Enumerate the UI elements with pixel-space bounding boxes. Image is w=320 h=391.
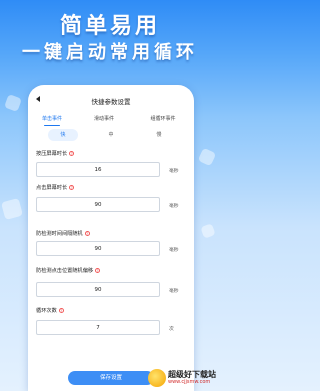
- headline: 简单易用: [59, 14, 160, 39]
- decorative-tile: [4, 94, 22, 112]
- help-icon[interactable]: ?: [69, 150, 75, 156]
- loop-count-input[interactable]: 7: [36, 320, 160, 335]
- tab-click-event[interactable]: 单击事件: [32, 114, 72, 128]
- event-tabs: 单击事件 滑动事件 组循环事件: [28, 114, 194, 128]
- field-label-text: 按压屏幕时长: [36, 151, 68, 157]
- field-label-text: 循环次数: [36, 308, 57, 314]
- click-duration-input[interactable]: 90: [36, 197, 160, 212]
- unit-label: 毫秒: [169, 204, 179, 209]
- help-icon[interactable]: ?: [69, 184, 75, 190]
- watermark-url: www.cjjsmw.com: [168, 379, 211, 385]
- random-offset-input[interactable]: 90: [36, 282, 160, 297]
- subheadline: 一键启动常用循环: [22, 42, 198, 63]
- phone-screen: 快捷参数设置 单击事件 滑动事件 组循环事件 快 中 慢 按压屏幕时长? 16 …: [28, 85, 194, 391]
- random-interval-input[interactable]: 90: [36, 241, 160, 256]
- save-settings-button[interactable]: 保存设置: [68, 371, 154, 385]
- loop-count-label: 循环次数?: [36, 307, 64, 314]
- unit-label: 次: [169, 327, 174, 332]
- unit-label: 毫秒: [169, 289, 179, 294]
- site-watermark: 超级好下载站 www.cjjsmw.com: [148, 367, 218, 389]
- field-label-text: 点击屏幕时长: [36, 185, 68, 191]
- press-duration-label: 按压屏幕时长?: [36, 150, 75, 157]
- unit-label: 毫秒: [169, 169, 179, 174]
- tab-swipe-event[interactable]: 滑动事件: [84, 114, 124, 128]
- top-bar: 快捷参数设置: [28, 85, 194, 115]
- tab-group-loop-event[interactable]: 组循环事件: [138, 114, 188, 128]
- decorative-tile: [197, 147, 217, 167]
- field-label-text: 防检测点击位置随机偏移: [36, 268, 94, 274]
- speed-fast[interactable]: 快: [48, 129, 78, 141]
- speed-selector: 快 中 慢: [34, 129, 188, 141]
- click-duration-label: 点击屏幕时长?: [36, 184, 75, 191]
- decorative-tile: [200, 223, 216, 239]
- page-title: 快捷参数设置: [91, 98, 131, 106]
- unit-label: 毫秒: [169, 248, 179, 253]
- field-label-text: 防检测时间间隔随机: [36, 231, 83, 237]
- random-offset-label: 防检测点击位置随机偏移?: [36, 267, 101, 274]
- speed-slow[interactable]: 慢: [144, 129, 174, 141]
- help-icon[interactable]: ?: [58, 307, 64, 313]
- help-icon[interactable]: ?: [95, 267, 101, 273]
- watermark-logo-icon: [148, 369, 166, 387]
- help-icon[interactable]: ?: [84, 230, 90, 236]
- random-interval-label: 防检测时间间隔随机?: [36, 230, 90, 237]
- speed-medium[interactable]: 中: [96, 129, 126, 141]
- decorative-tile: [0, 197, 24, 221]
- press-duration-input[interactable]: 16: [36, 162, 160, 177]
